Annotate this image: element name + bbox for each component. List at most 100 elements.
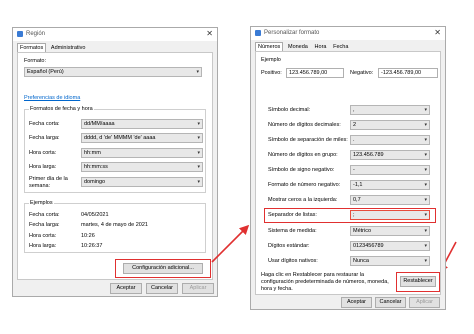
- date-time-group-title: Formatos de fecha y hora: [29, 106, 94, 112]
- positive-label: Positivo:: [261, 70, 282, 76]
- chevron-down-icon: ▾: [197, 179, 200, 185]
- list-separator-value: ;: [353, 212, 355, 218]
- numbers-panel: Ejemplo Positivo: 123.456.789,00 Negativ…: [255, 51, 441, 295]
- digit-grouping-label: Número de dígitos en grupo:: [268, 152, 338, 158]
- format-value: Español (Perú): [27, 69, 64, 75]
- chevron-down-icon: ▾: [424, 137, 427, 143]
- thousands-separator-label: Símbolo de separación de miles:: [268, 137, 348, 143]
- decimal-symbol-label: Símbolo decimal:: [268, 107, 311, 113]
- native-digits-dropdown[interactable]: Nunca ▾: [350, 256, 430, 266]
- example-long-time-value: 10:26:37: [81, 243, 103, 249]
- cancel-button[interactable]: Cancelar: [375, 297, 406, 308]
- long-date-value: dddd, d 'de' MMMM 'de' aaaa: [84, 135, 156, 141]
- list-separator-dropdown[interactable]: ; ▾: [350, 210, 430, 220]
- first-day-dropdown[interactable]: domingo ▾: [81, 177, 203, 187]
- chevron-down-icon: ▾: [197, 164, 200, 170]
- example-long-time-label: Hora larga:: [29, 243, 57, 249]
- long-time-value: hh:mm:ss: [84, 164, 108, 170]
- region-window: Región ✕ Formatos Administrativo Formato…: [12, 27, 218, 297]
- short-date-value: dd/MM/aaaa: [84, 121, 115, 127]
- measurement-system-label: Sistema de medida:: [268, 228, 317, 234]
- customize-format-window: Personalizar formato ✕ Números Moneda Ho…: [250, 26, 446, 310]
- long-date-dropdown[interactable]: dddd, d 'de' MMMM 'de' aaaa ▾: [81, 133, 203, 143]
- negative-sign-value: -: [353, 167, 355, 173]
- tab-moneda[interactable]: Moneda: [286, 43, 310, 51]
- chevron-down-icon: ▾: [424, 243, 427, 249]
- tab-numeros[interactable]: Números: [255, 42, 284, 51]
- region-formats-panel: Formato: Español (Perú) ▾ Preferencias de…: [17, 52, 213, 280]
- example-short-time-value: 10:26: [81, 233, 95, 239]
- customize-app-icon: [255, 30, 261, 36]
- customize-titlebar: Personalizar formato ✕: [251, 27, 445, 40]
- negative-format-dropdown[interactable]: -1,1 ▾: [350, 180, 430, 190]
- region-titlebar: Región ✕: [13, 28, 217, 41]
- short-time-label: Hora corta:: [29, 150, 57, 156]
- standard-digits-value: 0123456789: [353, 243, 384, 249]
- negative-sign-dropdown[interactable]: - ▾: [350, 165, 430, 175]
- first-day-value: domingo: [84, 179, 106, 185]
- chevron-down-icon: ▾: [424, 107, 427, 113]
- decimal-digits-dropdown[interactable]: 2 ▾: [350, 120, 430, 130]
- tab-hora[interactable]: Hora: [313, 43, 329, 51]
- tab-administrativo[interactable]: Administrativo: [49, 44, 88, 52]
- negative-format-value: -1,1: [353, 182, 363, 188]
- measurement-system-value: Métrico: [353, 228, 372, 234]
- close-icon[interactable]: ✕: [434, 28, 441, 37]
- negative-format-label: Formato de número negativo:: [268, 182, 341, 188]
- thousands-separator-dropdown[interactable]: . ▾: [350, 135, 430, 145]
- example-long-date-value: martes, 4 de mayo de 2021: [81, 222, 148, 228]
- decimal-symbol-dropdown[interactable]: , ▾: [350, 105, 430, 115]
- chevron-down-icon: ▾: [424, 197, 427, 203]
- chevron-down-icon: ▾: [424, 167, 427, 173]
- native-digits-value: Nunca: [353, 258, 369, 264]
- digit-grouping-value: 123.456.789: [353, 152, 384, 158]
- short-date-label: Fecha corta:: [29, 121, 60, 127]
- format-label: Formato:: [24, 58, 47, 64]
- negative-example-field: -123.456.789,00: [378, 68, 438, 78]
- standard-digits-dropdown[interactable]: 0123456789 ▾: [350, 241, 430, 251]
- reset-note: Haga clic en Restablecer para restaurar …: [261, 272, 389, 292]
- reset-button[interactable]: Restablecer: [400, 276, 436, 287]
- region-tabs: Formatos Administrativo: [17, 43, 88, 52]
- long-time-dropdown[interactable]: hh:mm:ss ▾: [81, 162, 203, 172]
- date-time-formats-group: Formatos de fecha y hora Fecha corta: dd…: [24, 106, 206, 193]
- standard-digits-label: Dígitos estándar:: [268, 243, 310, 249]
- native-digits-label: Usar dígitos nativos:: [268, 258, 318, 264]
- leading-zeros-value: 0,7: [353, 197, 361, 203]
- example-short-date-label: Fecha corta:: [29, 212, 60, 218]
- tab-formatos[interactable]: Formatos: [17, 43, 47, 52]
- additional-settings-button[interactable]: Configuración adicional...: [123, 263, 203, 274]
- example-group-title: Ejemplo: [261, 57, 281, 63]
- accept-button[interactable]: Aceptar: [110, 283, 142, 294]
- digit-grouping-dropdown[interactable]: 123.456.789 ▾: [350, 150, 430, 160]
- decimal-symbol-value: ,: [353, 107, 355, 113]
- short-time-dropdown[interactable]: hh:mm ▾: [81, 148, 203, 158]
- apply-button[interactable]: Aplicar: [182, 283, 214, 294]
- leading-zeros-dropdown[interactable]: 0,7 ▾: [350, 195, 430, 205]
- negative-sign-label: Símbolo de signo negativo:: [268, 167, 335, 173]
- first-day-label: Primer día de la semana:: [29, 176, 68, 189]
- positive-example-field: 123.456.789,00: [286, 68, 344, 78]
- close-icon[interactable]: ✕: [206, 29, 213, 38]
- measurement-system-dropdown[interactable]: Métrico ▾: [350, 226, 430, 236]
- language-preferences-link[interactable]: Preferencias de idioma: [24, 95, 80, 101]
- format-dropdown[interactable]: Español (Perú) ▾: [24, 67, 202, 77]
- accept-button[interactable]: Aceptar: [341, 297, 372, 308]
- decimal-digits-value: 2: [353, 122, 357, 128]
- short-date-dropdown[interactable]: dd/MM/aaaa ▾: [81, 119, 203, 129]
- examples-group-title: Ejemplos: [29, 200, 54, 206]
- tab-fecha[interactable]: Fecha: [331, 43, 350, 51]
- example-long-date-label: Fecha larga:: [29, 222, 60, 228]
- decimal-digits-label: Número de dígitos decimales:: [268, 122, 341, 128]
- region-app-icon: [17, 31, 23, 37]
- chevron-down-icon: ▾: [424, 212, 427, 218]
- apply-button[interactable]: Aplicar: [409, 297, 440, 308]
- long-date-label: Fecha larga:: [29, 135, 60, 141]
- chevron-down-icon: ▾: [424, 152, 427, 158]
- long-time-label: Hora larga:: [29, 164, 57, 170]
- example-short-date-value: 04/05/2021: [81, 212, 109, 218]
- chevron-down-icon: ▾: [424, 182, 427, 188]
- cancel-button[interactable]: Cancelar: [146, 283, 178, 294]
- customize-title: Personalizar formato: [264, 30, 320, 36]
- chevron-down-icon: ▾: [424, 122, 427, 128]
